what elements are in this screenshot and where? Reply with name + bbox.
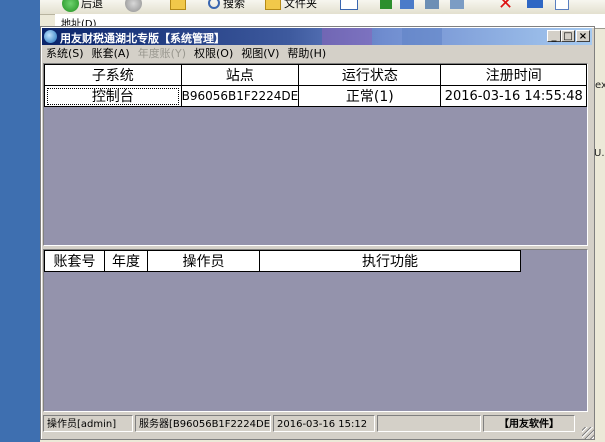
cell-run-status[interactable]: 正常(1) xyxy=(298,85,442,107)
subsystem-table: 子系统 站点 运行状态 注册时间 控制台 B96056B1F2224DE 正常(… xyxy=(44,64,587,107)
menu-permission[interactable]: 权限(O) xyxy=(190,46,237,61)
header-site[interactable]: 站点 xyxy=(180,64,300,86)
resize-grip[interactable] xyxy=(582,427,594,439)
task-pane[interactable]: 账套号 年度 操作员 执行功能 xyxy=(43,249,588,412)
status-bar: 操作员[admin] 服务器[B96056B1F2224DE] 2016-03-… xyxy=(43,415,592,434)
status-server: 服务器[B96056B1F2224DE] xyxy=(135,415,271,432)
menu-system[interactable]: 系统(S) xyxy=(42,46,88,61)
app-icon xyxy=(44,30,57,43)
menu-year-account[interactable]: 年度账(Y) xyxy=(134,46,190,61)
move-arrow-icon xyxy=(527,0,543,8)
table-row[interactable]: 控制台 B96056B1F2224DE 正常(1) 2016-03-16 14:… xyxy=(44,85,587,107)
title-decoration-2 xyxy=(402,28,442,45)
properties-icon xyxy=(555,0,569,10)
views-icon xyxy=(340,0,358,10)
task-header-row: 账套号 年度 操作员 执行功能 xyxy=(44,250,521,272)
refresh-icon xyxy=(380,0,392,9)
back-button[interactable]: 后退 xyxy=(62,0,103,12)
forward-button[interactable] xyxy=(125,0,142,12)
paste-icon xyxy=(425,0,439,9)
background-text-2: U.. xyxy=(594,148,605,159)
title-decoration xyxy=(322,28,372,45)
properties-button[interactable] xyxy=(555,0,569,12)
status-operator: 操作员[admin] xyxy=(43,415,133,432)
move-button[interactable] xyxy=(527,0,543,12)
background-toolbar: 后退 搜索 文件夹 ✕ xyxy=(40,0,605,15)
search-label: 搜索 xyxy=(223,0,245,10)
menu-view[interactable]: 视图(V) xyxy=(237,46,283,61)
search-button[interactable]: 搜索 xyxy=(208,0,245,12)
back-label: 后退 xyxy=(81,0,103,10)
back-arrow-icon xyxy=(62,0,79,12)
search-icon xyxy=(208,0,220,9)
cell-subsystem[interactable]: 控制台 xyxy=(44,85,182,107)
close-button[interactable]: × xyxy=(576,30,590,42)
undo-button[interactable] xyxy=(450,0,464,12)
maximize-button[interactable]: □ xyxy=(561,30,575,42)
menu-help[interactable]: 帮助(H) xyxy=(283,46,330,61)
refresh-button[interactable] xyxy=(380,0,392,12)
menu-account-set[interactable]: 账套(A) xyxy=(88,46,134,61)
system-management-window: 用友财税通湖北专版【系统管理】 _ □ × 系统(S) 账套(A) 年度账(Y)… xyxy=(40,26,595,440)
up-folder-button[interactable] xyxy=(170,0,186,12)
folders-label: 文件夹 xyxy=(284,0,317,10)
background-text-1: ex xyxy=(595,80,605,91)
subsystem-header-row: 子系统 站点 运行状态 注册时间 xyxy=(44,64,587,86)
header-run-status[interactable]: 运行状态 xyxy=(298,64,442,86)
header-year[interactable]: 年度 xyxy=(104,250,148,272)
forward-arrow-icon xyxy=(125,0,142,12)
subsystem-pane[interactable]: 子系统 站点 运行状态 注册时间 控制台 B96056B1F2224DE 正常(… xyxy=(43,63,588,246)
minimize-button[interactable]: _ xyxy=(547,30,561,42)
copy-button[interactable] xyxy=(400,0,414,12)
folder-icon xyxy=(265,0,281,10)
copy-icon xyxy=(400,0,414,9)
desktop-background xyxy=(0,0,40,442)
folder-up-icon xyxy=(170,0,186,10)
status-empty xyxy=(377,415,481,432)
title-bar[interactable]: 用友财税通湖北专版【系统管理】 _ □ × xyxy=(42,28,592,45)
menu-bar: 系统(S) 账套(A) 年度账(Y) 权限(O) 视图(V) 帮助(H) xyxy=(42,46,592,61)
delete-button[interactable]: ✕ xyxy=(498,0,514,14)
cell-register-time[interactable]: 2016-03-16 14:55:48 xyxy=(440,85,587,107)
window-title: 用友财税通湖北专版【系统管理】 xyxy=(60,32,225,45)
header-register-time[interactable]: 注册时间 xyxy=(440,64,587,86)
header-function[interactable]: 执行功能 xyxy=(259,250,521,272)
folders-button[interactable]: 文件夹 xyxy=(265,0,317,12)
undo-icon xyxy=(450,0,464,9)
cell-site[interactable]: B96056B1F2224DE xyxy=(180,85,300,107)
paste-button[interactable] xyxy=(425,0,439,12)
header-subsystem[interactable]: 子系统 xyxy=(44,64,182,86)
header-operator[interactable]: 操作员 xyxy=(147,250,260,272)
status-brand: 【用友软件】 xyxy=(483,415,575,432)
task-table: 账套号 年度 操作员 执行功能 xyxy=(44,250,521,272)
status-datetime: 2016-03-16 15:12 xyxy=(273,415,375,432)
delete-x-icon: ✕ xyxy=(498,0,514,14)
views-button[interactable] xyxy=(340,0,358,12)
header-account-no[interactable]: 账套号 xyxy=(44,250,105,272)
